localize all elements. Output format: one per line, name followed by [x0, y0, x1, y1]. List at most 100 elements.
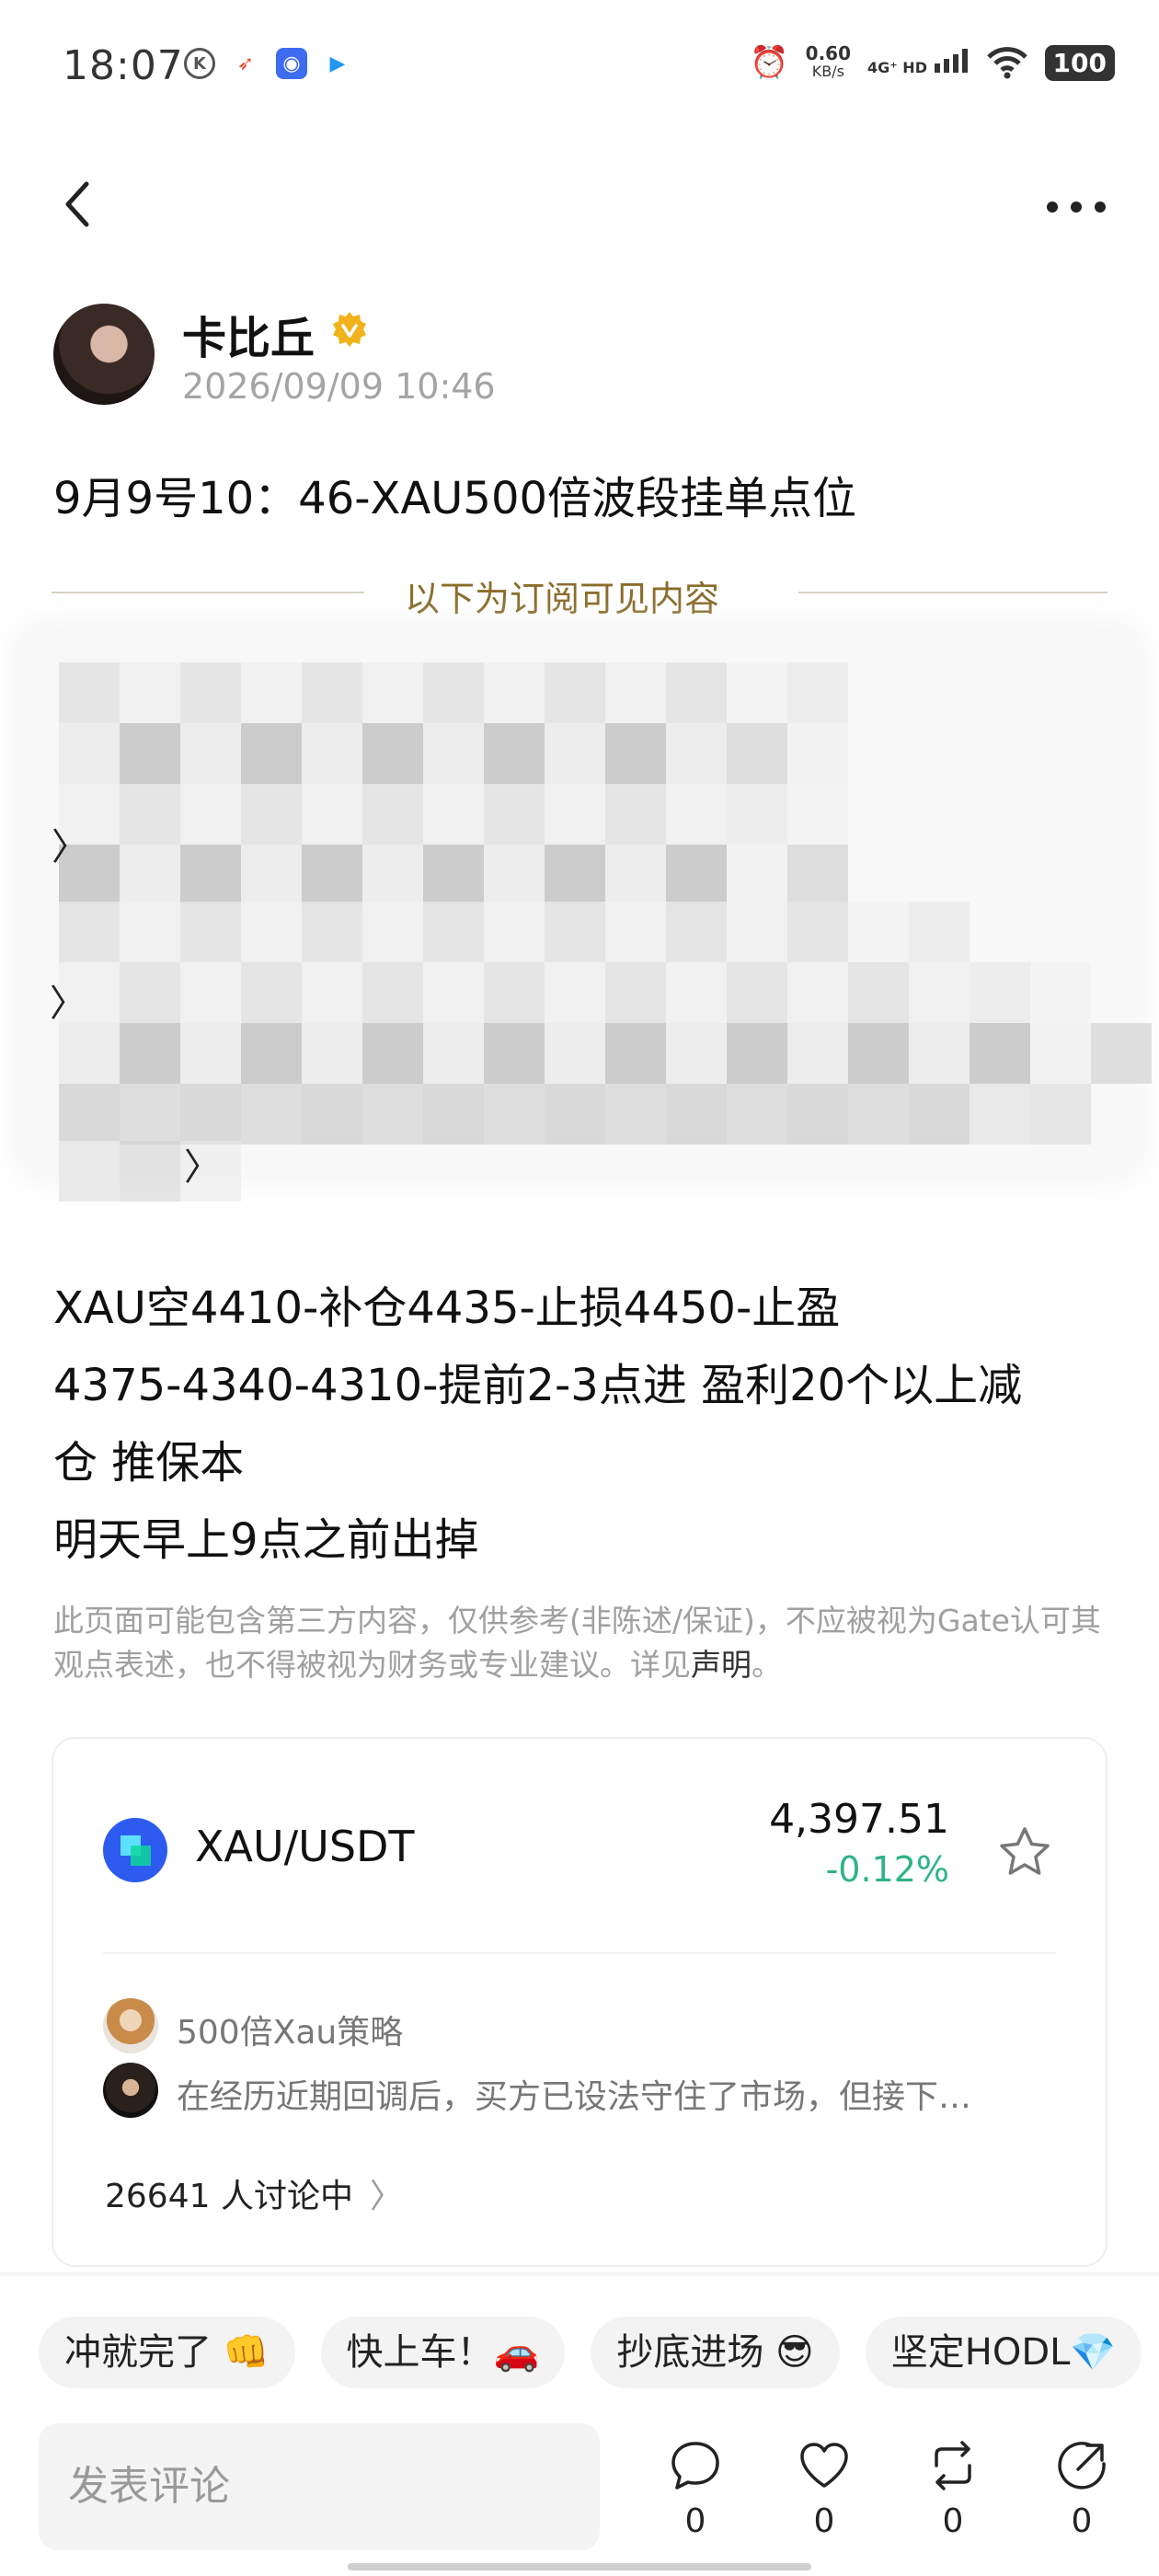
mosaic-tile: [59, 662, 120, 723]
mosaic-tile: [848, 902, 909, 962]
back-arrow-icon[interactable]: [55, 175, 99, 234]
commenter-avatar: [103, 2063, 158, 2118]
locked-edge-char: 〉: [184, 1146, 221, 1189]
mosaic-tile: [545, 1023, 605, 1084]
mosaic-tile: [302, 723, 362, 784]
trading-pair[interactable]: XAU/USDT: [195, 1822, 415, 1871]
mosaic-tile: [727, 962, 787, 1023]
mosaic-tile: [362, 845, 423, 905]
mosaic-tile: [241, 723, 302, 784]
mosaic-tile: [666, 723, 727, 784]
mosaic-tile: [666, 902, 727, 962]
mosaic-tile: [59, 902, 120, 962]
mosaic-tile: [241, 845, 302, 905]
discussion-link[interactable]: 26641 人讨论中〉: [105, 2169, 403, 2217]
mosaic-tile: [1030, 1023, 1091, 1084]
mosaic-tile: [120, 962, 180, 1023]
mosaic-tile: [59, 1084, 120, 1144]
price-change: -0.12%: [825, 1849, 949, 1890]
post-title: 9月9号10：46-XAU500倍波段挂单点位: [53, 473, 857, 524]
comment-icon: [671, 2442, 719, 2490]
mosaic-tile: [362, 723, 423, 784]
author-avatar[interactable]: [53, 304, 155, 405]
repost-icon: [935, 2441, 971, 2490]
network-type: 4G⁺ HD: [867, 59, 927, 76]
mosaic-tile: [362, 1023, 423, 1084]
share-button[interactable]: 0: [1045, 2438, 1119, 2540]
mosaic-tile: [727, 1084, 787, 1144]
topic-name[interactable]: 500倍Xau策略: [177, 2006, 403, 2053]
more-options-icon[interactable]: [1039, 184, 1113, 230]
comment-input[interactable]: 发表评论: [39, 2423, 600, 2550]
mosaic-tile: [180, 784, 241, 845]
body-line: XAU空4410-补仓4435-止损4450-止盈: [53, 1282, 841, 1334]
xau-coin-icon: [103, 1818, 167, 1882]
mosaic-tile: [787, 1084, 848, 1144]
reaction-chips: 冲就完了 👊 快上车！🚗 抄底进场 😎 坚定HODL💎: [39, 2317, 1142, 2388]
repost-button[interactable]: 0: [916, 2438, 990, 2540]
repost-count: 0: [942, 2502, 964, 2540]
mosaic-tile: [241, 662, 302, 723]
mosaic-tile: [545, 662, 605, 723]
mosaic-tile: [180, 902, 241, 962]
mosaic-tile: [180, 1084, 241, 1144]
comment-button[interactable]: 0: [659, 2438, 732, 2540]
market-card[interactable]: XAU/USDT 4,397.51 -0.12% 500倍Xau策略 在经历近期…: [52, 1737, 1107, 2267]
mosaic-tile: [241, 902, 302, 962]
discussion-count: 26641 人讨论中: [105, 2178, 353, 2215]
mosaic-tile: [545, 784, 605, 845]
favorite-star-icon[interactable]: [995, 1823, 1054, 1882]
mosaic-tile: [302, 1023, 362, 1084]
mosaic-tile: [59, 1141, 120, 1202]
mosaic-tile: [727, 723, 787, 784]
share-icon: [1058, 2442, 1106, 2490]
author-name[interactable]: 卡比丘: [182, 302, 315, 366]
body-line: 明天早上9点之前出掉: [53, 1514, 479, 1566]
mosaic-tile: [59, 723, 120, 784]
like-button[interactable]: 0: [787, 2438, 861, 2540]
verified-badge-icon: [333, 312, 366, 347]
mosaic-tile: [605, 962, 666, 1023]
reaction-chip[interactable]: 坚定HODL💎: [865, 2317, 1142, 2388]
mosaic-tile: [362, 662, 423, 723]
topic-comment[interactable]: 在经历近期回调后，买方已设法守住了市场，但接下…: [177, 2070, 1041, 2118]
reaction-chip[interactable]: 快上车！🚗: [320, 2317, 566, 2388]
mosaic-tile: [970, 1084, 1030, 1144]
mosaic-tile: [727, 845, 787, 905]
reaction-chip[interactable]: 抄底进场 😎: [591, 2317, 840, 2388]
mosaic-tile: [180, 962, 241, 1023]
network-speed: 0.60 KB/s: [806, 44, 851, 81]
mosaic-tile: [848, 962, 909, 1023]
mosaic-tile: [241, 962, 302, 1023]
mosaic-tile: [666, 962, 727, 1023]
mosaic-tile: [970, 1023, 1030, 1084]
mosaic-tile: [120, 845, 180, 905]
mosaic-tile: [180, 1023, 241, 1084]
battery-icon: 100: [1044, 44, 1115, 81]
mosaic-tile: [970, 962, 1030, 1023]
mosaic-tile: [545, 902, 605, 962]
rocket-app-icon: ➶: [236, 52, 255, 75]
statement-link[interactable]: 声明: [691, 1647, 752, 1683]
mosaic-tile: [787, 902, 848, 962]
status-time: 18:07: [63, 42, 184, 89]
card-divider: [103, 1952, 1056, 1954]
disclaimer-end: 。: [752, 1647, 782, 1683]
reaction-chip[interactable]: 冲就完了 👊: [39, 2317, 295, 2388]
mosaic-tile: [362, 784, 423, 845]
disclaimer: 此页面可能包含第三方内容，仅供参考(非陈述/保证)，不应被视为Gate认可其观点…: [53, 1599, 1111, 1687]
topic-avatar: [103, 1998, 158, 2053]
mosaic-tile: [59, 1023, 120, 1084]
mosaic-tile: [787, 662, 848, 723]
mosaic-tile: [302, 662, 362, 723]
mosaic-tile: [120, 784, 180, 845]
mosaic-tile: [484, 723, 545, 784]
mosaic-tile: [727, 784, 787, 845]
speed-value: 0.60: [805, 42, 852, 64]
mosaic-tile: [423, 662, 484, 723]
mosaic-tile: [909, 1023, 970, 1084]
mosaic-tile: [484, 662, 545, 723]
mosaic-tile: [605, 723, 666, 784]
mosaic-tile: [727, 662, 787, 723]
mosaic-tile: [120, 723, 180, 784]
